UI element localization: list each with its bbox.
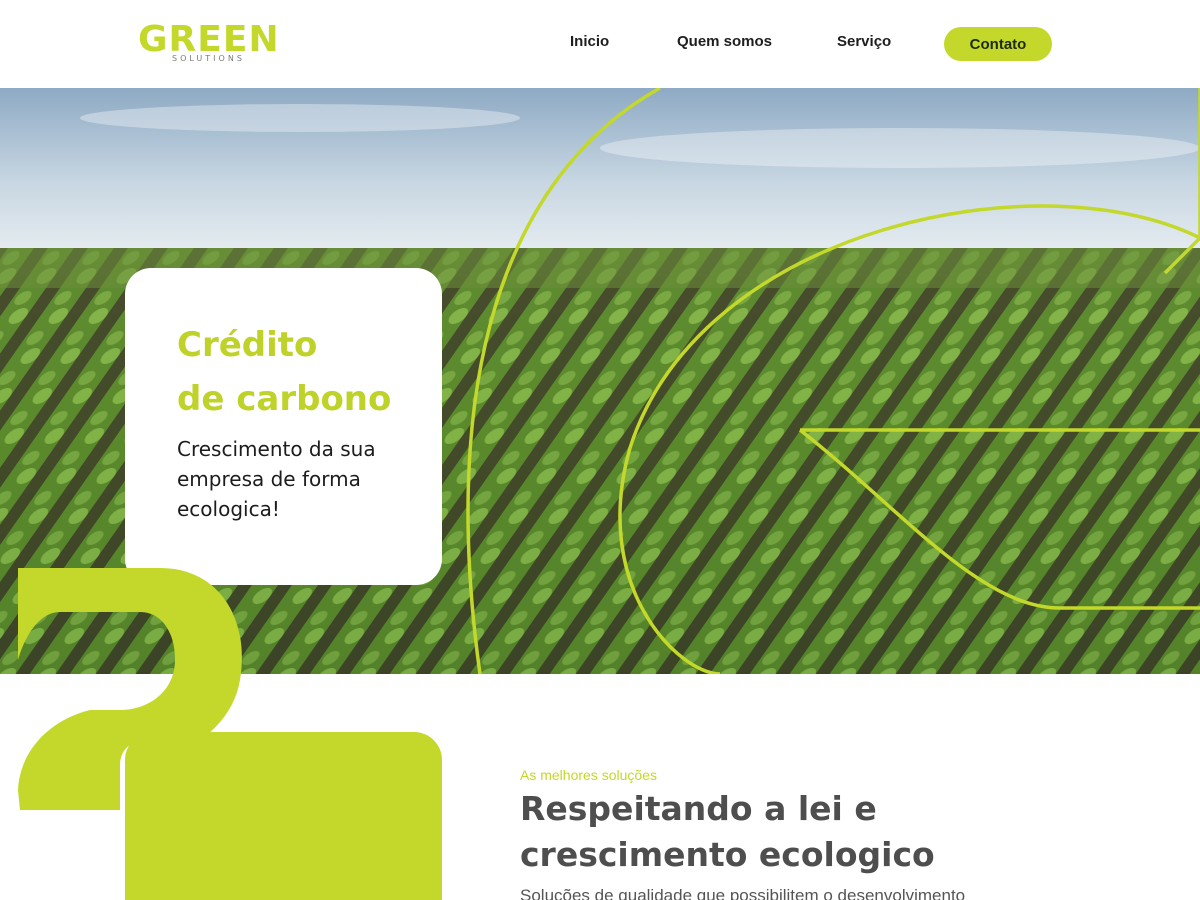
section-title-line1: Respeitando a lei e (520, 789, 877, 828)
logo-subtitle: SOLUTIONS (172, 54, 245, 63)
section-title: Respeitando a lei e crescimento ecologic… (520, 786, 1080, 878)
hero-card: Crédito de carbono Crescimento da sua em… (125, 268, 442, 585)
hero-title-line1: Crédito (177, 325, 318, 365)
nav-item-quem-somos[interactable]: Quem somos (677, 33, 772, 50)
nav-item-servico[interactable]: Serviço (837, 33, 891, 50)
green-solutions-logo[interactable]: GREEN SOLUTIONS (138, 20, 288, 68)
site-header: GREEN SOLUTIONS Inicio Quem somos Serviç… (0, 0, 1200, 88)
section-eyebrow: As melhores soluções (520, 767, 657, 783)
nav-item-inicio[interactable]: Inicio (570, 33, 609, 50)
contato-button[interactable]: Contato (944, 27, 1052, 61)
hero-title-line2: de carbono (177, 379, 392, 419)
decorative-green-shape (18, 568, 442, 900)
section-title-line2: crescimento ecologico (520, 835, 935, 874)
hero-subtitle: Crescimento da sua empresa de forma ecol… (177, 437, 376, 521)
section-text: Soluções de qualidade que possibilitem o… (520, 886, 966, 900)
